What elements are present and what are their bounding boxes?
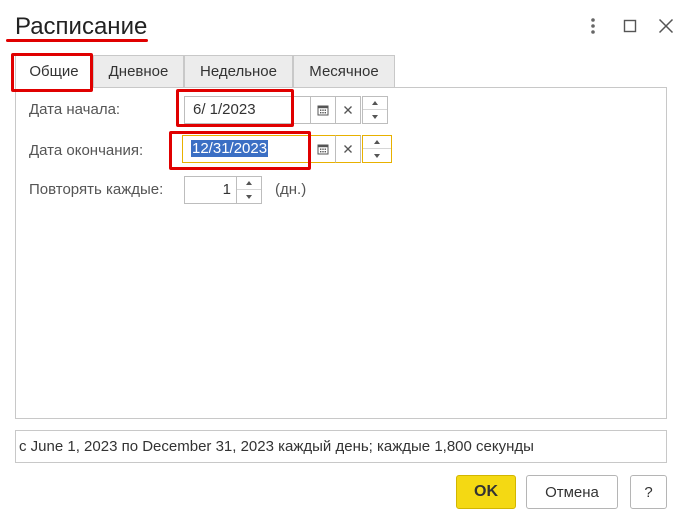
close-button[interactable] <box>655 15 677 37</box>
title-underline-mark <box>6 39 148 42</box>
start-date-label: Дата начала: <box>29 101 121 118</box>
start-date-spin-up[interactable] <box>363 97 387 110</box>
caret-down-icon <box>246 194 252 199</box>
end-date-label: Дата окончания: <box>29 142 144 159</box>
maximize-button[interactable] <box>619 15 641 37</box>
start-date-spinner <box>362 96 388 124</box>
ok-button[interactable]: OK <box>456 475 516 509</box>
vertical-dots-icon <box>591 18 595 34</box>
maximize-icon <box>623 19 637 33</box>
repeat-spinner <box>236 176 262 204</box>
caret-down-icon <box>374 153 380 158</box>
help-button[interactable]: ? <box>630 475 667 509</box>
tab-weekly[interactable]: Недельное <box>184 55 293 88</box>
close-icon <box>658 18 674 34</box>
end-date-selected-text: 12/31/2023 <box>191 140 269 157</box>
start-date-spin-down[interactable] <box>363 110 387 123</box>
repeat-spin-up[interactable] <box>237 177 261 190</box>
caret-up-icon <box>374 140 380 144</box>
title-bar: Расписание <box>0 0 690 50</box>
end-date-input[interactable]: 12/31/2023 <box>182 135 311 163</box>
end-date-clear-button[interactable] <box>335 135 361 163</box>
tab-monthly[interactable]: Месячное <box>293 55 395 88</box>
repeat-label: Повторять каждые: <box>29 181 164 198</box>
window-title: Расписание <box>15 13 148 40</box>
calendar-icon <box>317 105 329 116</box>
end-date-spin-down[interactable] <box>363 149 391 162</box>
caret-up-icon <box>372 101 378 105</box>
start-date-input[interactable]: 6/ 1/2023 <box>184 96 311 124</box>
end-date-calendar-button[interactable] <box>310 135 336 163</box>
tab-daily[interactable]: Дневное <box>93 55 184 88</box>
repeat-input[interactable]: 1 <box>184 176 237 204</box>
schedule-summary: с June 1, 2023 по December 31, 2023 кажд… <box>15 430 667 463</box>
clear-icon <box>344 106 352 114</box>
repeat-unit: (дн.) <box>275 181 307 198</box>
calendar-icon <box>317 144 329 155</box>
caret-up-icon <box>246 181 252 185</box>
end-date-spin-up[interactable] <box>363 136 391 149</box>
end-date-spinner <box>362 135 392 163</box>
tab-general[interactable]: Общие <box>15 55 93 89</box>
more-button[interactable] <box>582 15 604 37</box>
cancel-button[interactable]: Отмена <box>526 475 618 509</box>
start-date-calendar-button[interactable] <box>310 96 336 124</box>
caret-down-icon <box>372 114 378 119</box>
repeat-spin-down[interactable] <box>237 190 261 203</box>
start-date-clear-button[interactable] <box>335 96 361 124</box>
clear-icon <box>344 145 352 153</box>
